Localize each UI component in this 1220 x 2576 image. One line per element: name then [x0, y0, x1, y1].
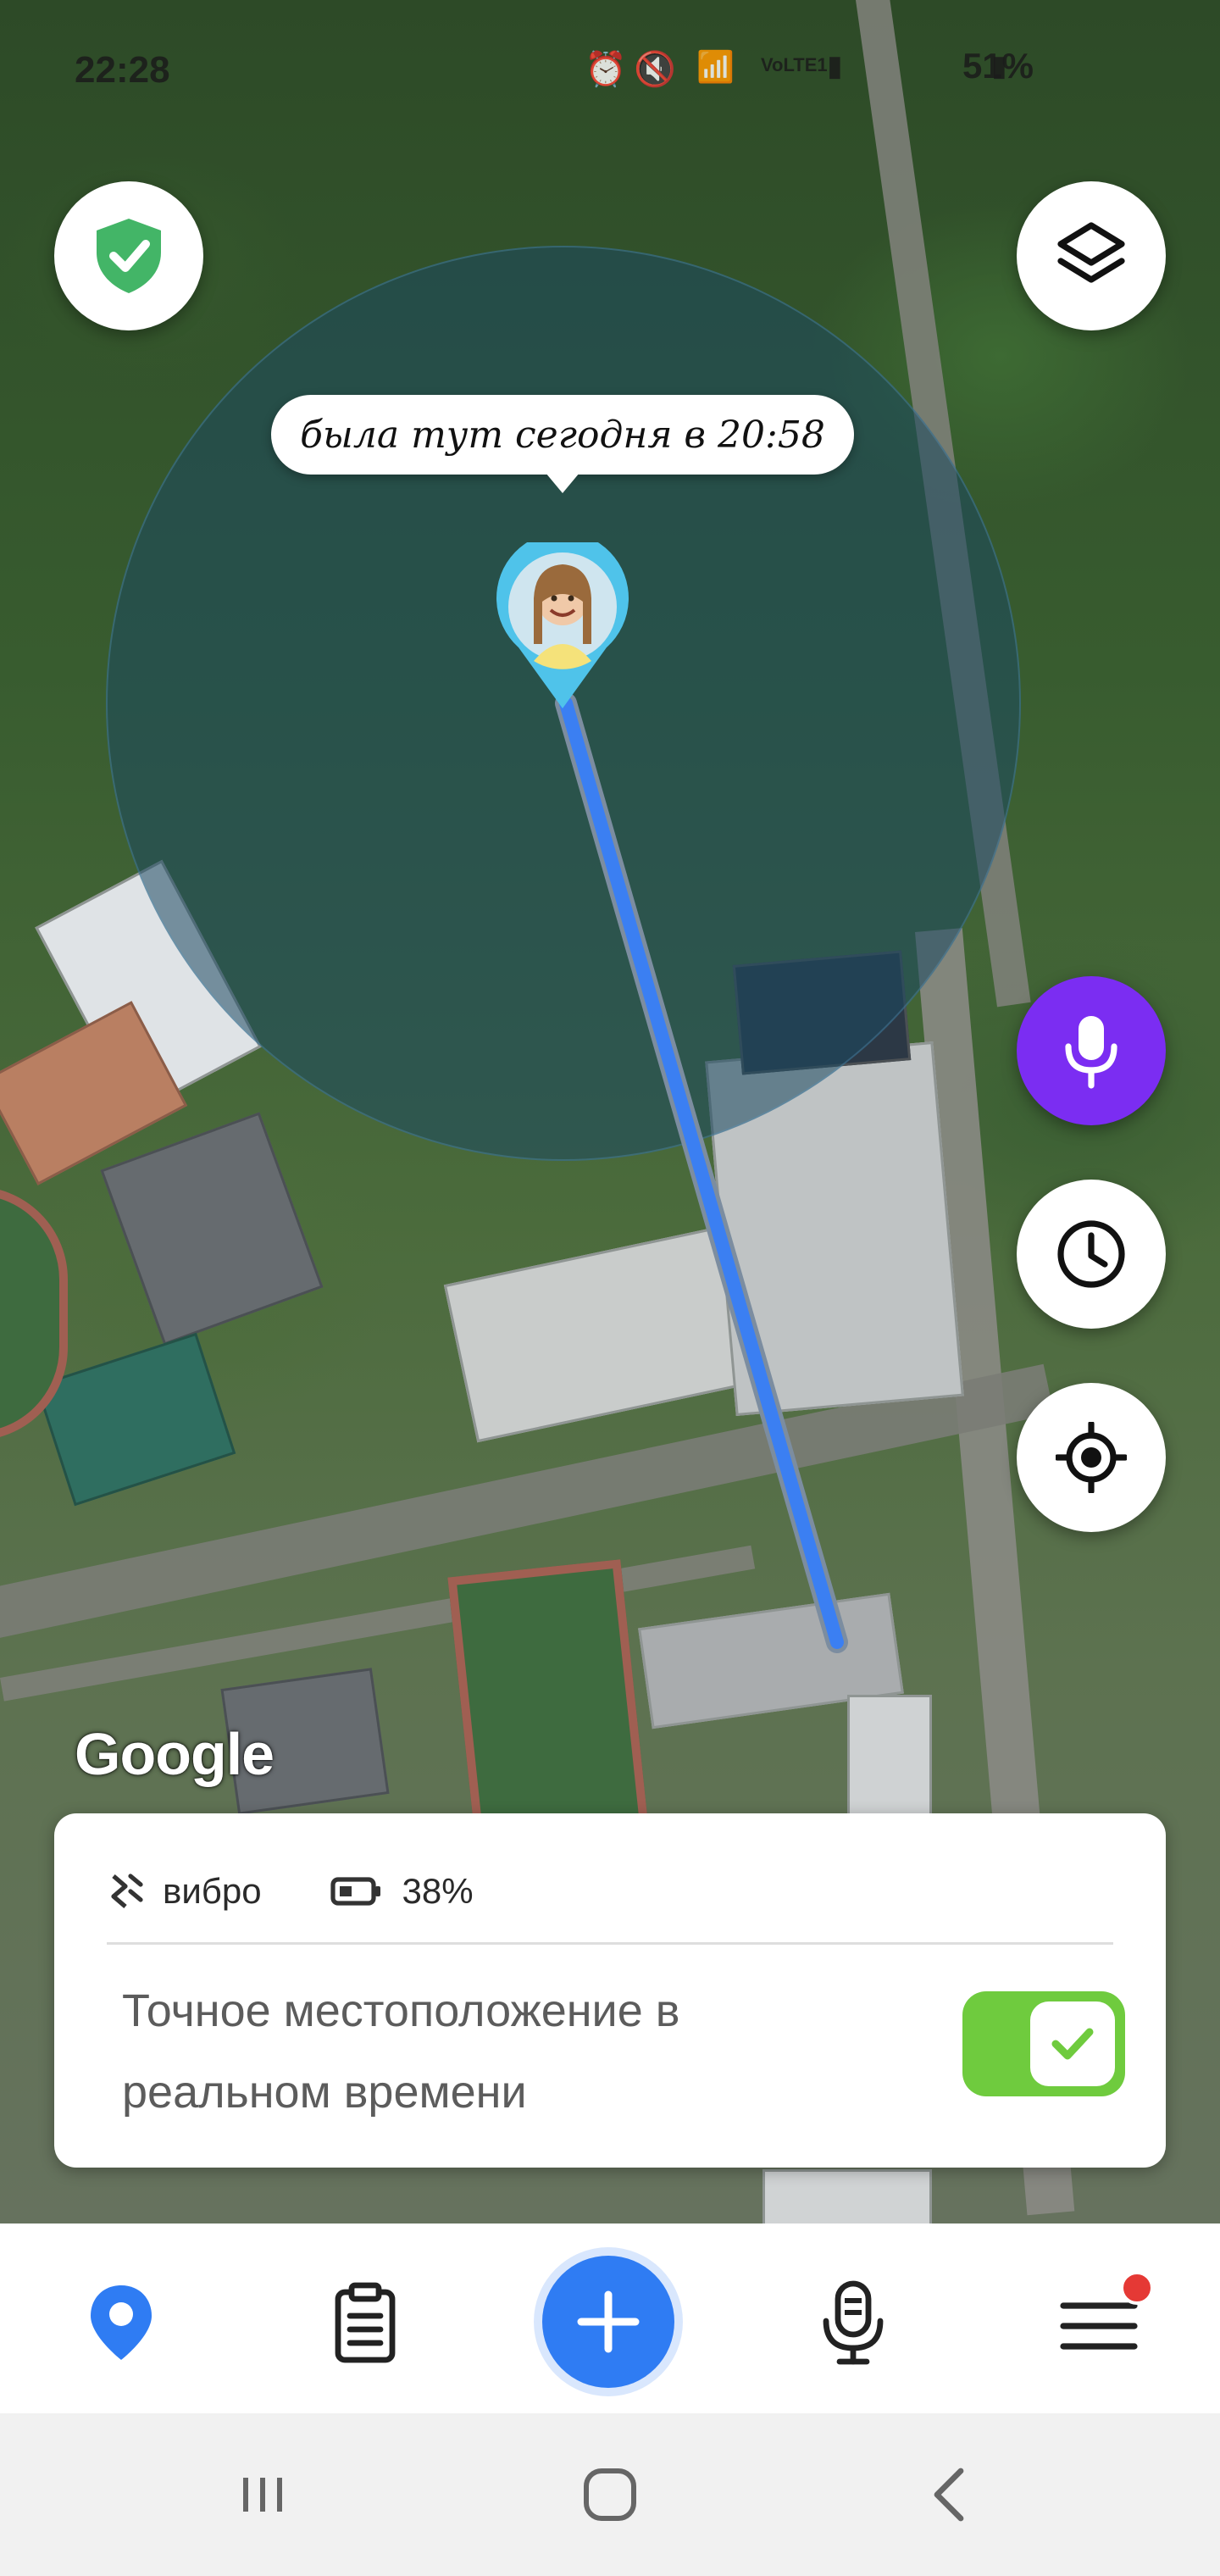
voice-listen-button[interactable]	[1017, 976, 1166, 1125]
system-navigation-bar	[0, 2413, 1220, 2576]
vibration-icon	[111, 1874, 143, 1908]
vibro-label: вибро	[163, 1871, 262, 1911]
location-history-button[interactable]	[1017, 1180, 1166, 1329]
checkmark-icon	[1051, 2028, 1094, 2060]
recent-apps-icon	[243, 2478, 282, 2512]
center-location-button[interactable]	[1017, 1383, 1166, 1532]
wifi-icon: 📶	[696, 49, 735, 84]
device-status-row: вибро 38%	[107, 1857, 474, 1925]
realtime-location-label: Точное местоположение в реальном времени	[122, 1985, 680, 2118]
status-bar: 22:28 ⏰ 🔇 📶 VoLTE1 ▮ 51% ▮	[0, 0, 1220, 91]
child-location-pin[interactable]	[495, 531, 630, 712]
battery-level: 38%	[402, 1871, 474, 1911]
clock-icon	[1057, 1220, 1125, 1288]
mute-icon: 🔇	[634, 51, 676, 88]
shield-check-icon	[97, 219, 161, 293]
toggle-knob	[1030, 2001, 1115, 2086]
device-info-card: вибро 38% Точное местоположение в реальн…	[54, 1813, 1166, 2168]
microphone-outline-icon	[823, 2280, 884, 2365]
back-button[interactable]	[915, 2461, 983, 2529]
card-divider	[107, 1942, 1113, 1945]
back-icon	[934, 2468, 964, 2522]
nav-events[interactable]	[319, 2276, 412, 2369]
map-layers-button[interactable]	[1017, 181, 1166, 330]
layers-icon	[1057, 222, 1125, 283]
alarm-icon: ⏰	[585, 51, 627, 88]
location-pin-icon	[91, 2285, 152, 2360]
crosshair-icon	[1056, 1422, 1127, 1493]
last-seen-bubble: была тут сегодня в 20:58	[271, 395, 854, 493]
add-button[interactable]	[542, 2256, 674, 2388]
home-button[interactable]	[569, 2461, 651, 2529]
signal-icon: ▮	[827, 50, 843, 82]
home-icon	[584, 2468, 636, 2521]
clipboard-icon	[335, 2282, 396, 2363]
status-time: 22:28	[75, 49, 170, 91]
plus-icon	[577, 2290, 640, 2353]
nav-sound[interactable]	[807, 2276, 900, 2369]
bottom-navigation	[0, 2223, 1220, 2413]
realtime-location-toggle[interactable]	[962, 1991, 1125, 2096]
battery-icon: ▮	[991, 50, 1007, 82]
safe-zone-button[interactable]	[54, 181, 203, 330]
nav-menu[interactable]	[1052, 2271, 1154, 2369]
google-logo: Google	[75, 1721, 274, 1787]
microphone-icon	[1065, 1016, 1117, 1089]
notification-badge	[1120, 2271, 1154, 2305]
network-label: VoLTE1	[761, 54, 828, 75]
nav-map[interactable]	[75, 2276, 168, 2369]
battery-icon	[330, 1877, 380, 1906]
recent-apps-button[interactable]	[229, 2461, 297, 2529]
